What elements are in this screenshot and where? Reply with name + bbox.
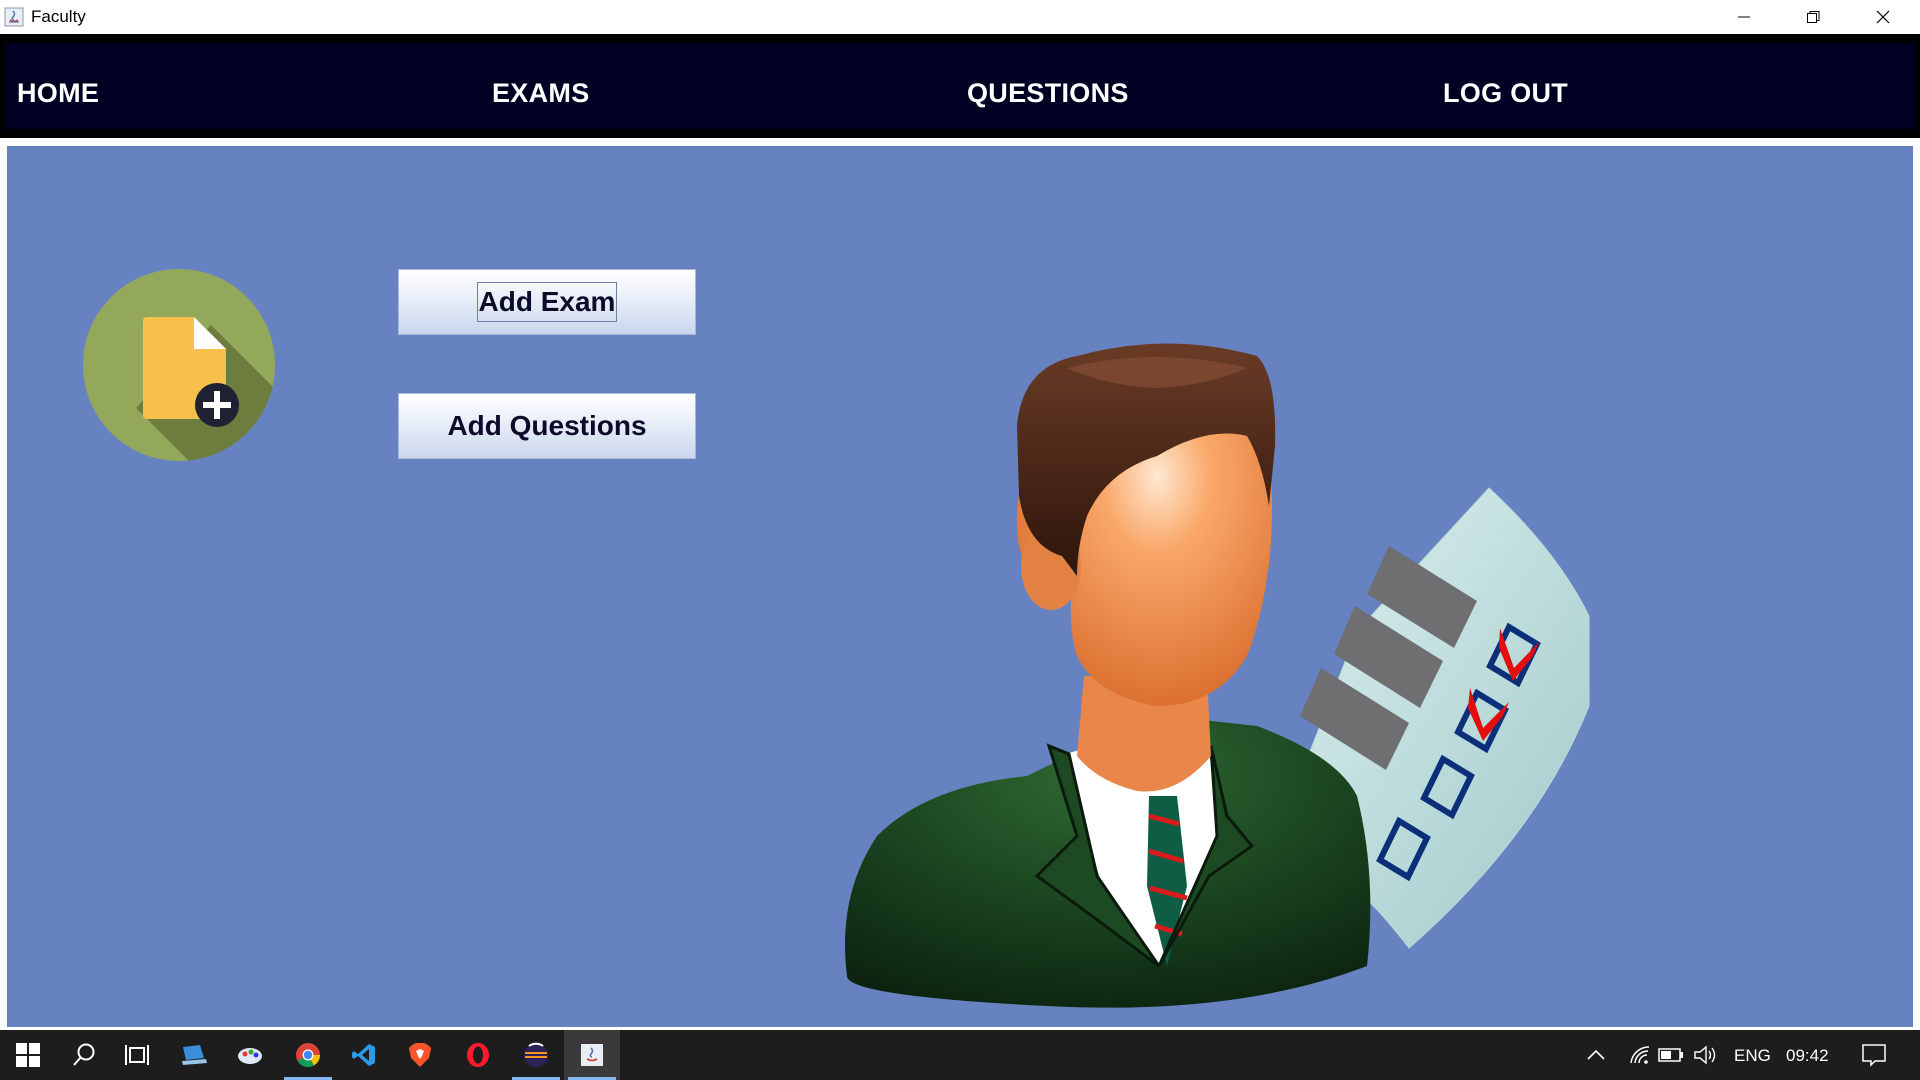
- task-view-button[interactable]: [110, 1030, 166, 1080]
- eclipse-icon: [524, 1042, 548, 1067]
- notification-icon: [1862, 1044, 1886, 1067]
- chevron-up-icon: [1587, 1049, 1605, 1060]
- taskbar-app-vscode[interactable]: [336, 1030, 392, 1080]
- taskbar-app-paint[interactable]: [222, 1030, 278, 1080]
- show-hidden-icons-button[interactable]: [1568, 1030, 1624, 1080]
- chrome-icon: [296, 1043, 320, 1068]
- volume-tray[interactable]: [1686, 1030, 1724, 1080]
- nav-questions[interactable]: QUESTIONS: [967, 78, 1129, 109]
- restore-icon: [1807, 11, 1820, 23]
- title-bar: Faculty: [0, 0, 1920, 34]
- minimize-icon: [1738, 16, 1750, 18]
- teacher-illustration: [845, 343, 1590, 1008]
- java-app-icon: [4, 7, 24, 27]
- restore-button[interactable]: [1779, 0, 1847, 34]
- search-icon: [73, 1043, 95, 1066]
- java-app-icon: [581, 1044, 603, 1066]
- taskbar-app-java[interactable]: [564, 1030, 620, 1080]
- add-questions-button[interactable]: Add Questions: [398, 393, 696, 459]
- add-file-icon: [83, 269, 275, 461]
- speaker-icon: [1694, 1045, 1716, 1065]
- nav-bar-inner: HOME EXAMS QUESTIONS LOG OUT: [5, 43, 1915, 129]
- task-view-icon: [125, 1045, 149, 1065]
- opera-icon: [467, 1043, 489, 1067]
- battery-icon: [1658, 1048, 1683, 1062]
- nav-bar: HOME EXAMS QUESTIONS LOG OUT: [0, 34, 1920, 138]
- add-exam-button[interactable]: Add Exam: [398, 269, 696, 335]
- taskbar-app-laptop[interactable]: [166, 1030, 222, 1080]
- vscode-icon: [352, 1044, 375, 1066]
- start-button[interactable]: [0, 1030, 56, 1080]
- battery-tray[interactable]: [1652, 1030, 1690, 1080]
- taskbar-app-chrome[interactable]: [280, 1030, 336, 1080]
- add-questions-label: Add Questions: [447, 410, 647, 441]
- taskbar-app-opera[interactable]: [450, 1030, 506, 1080]
- brave-icon: [409, 1043, 431, 1067]
- app-laptop-icon: [182, 1045, 207, 1065]
- search-button[interactable]: [56, 1030, 112, 1080]
- app-paint-icon: [238, 1048, 262, 1064]
- nav-logout[interactable]: LOG OUT: [1443, 78, 1568, 109]
- wifi-icon: [1630, 1046, 1650, 1064]
- taskbar-app-eclipse[interactable]: [508, 1030, 564, 1080]
- taskbar: ENG 09:42: [0, 1030, 1920, 1080]
- windows-start-icon: [16, 1043, 40, 1067]
- close-window-button[interactable]: [1849, 0, 1917, 34]
- close-icon: [1876, 10, 1890, 24]
- input-language[interactable]: ENG: [1734, 1046, 1771, 1066]
- window-title: Faculty: [31, 7, 86, 26]
- clock-time[interactable]: 09:42: [1786, 1046, 1829, 1066]
- taskbar-app-brave[interactable]: [392, 1030, 448, 1080]
- action-center-button[interactable]: [1846, 1030, 1902, 1080]
- nav-exams[interactable]: EXAMS: [492, 78, 590, 109]
- main-panel: Add Exam Add Questions: [7, 146, 1913, 1027]
- nav-home[interactable]: HOME: [17, 78, 99, 109]
- minimize-button[interactable]: [1710, 0, 1778, 34]
- add-exam-label: Add Exam: [476, 282, 618, 322]
